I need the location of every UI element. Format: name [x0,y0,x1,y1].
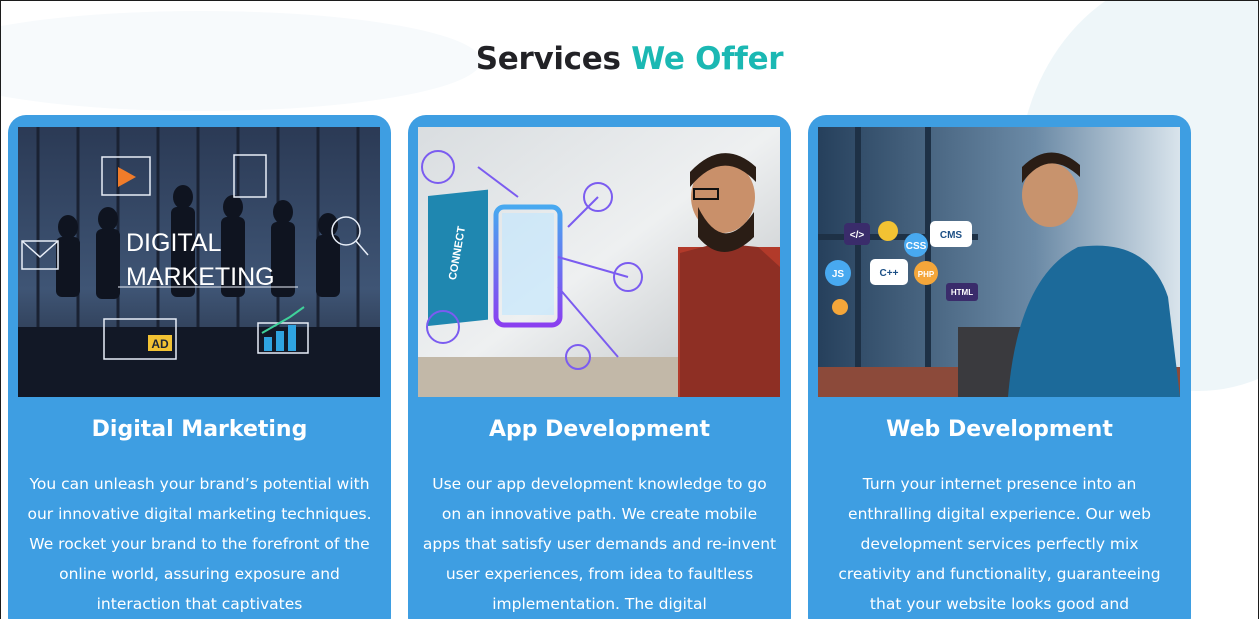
app-development-image: CONNECT [418,127,780,397]
card-description: You can unleash your brand’s potential w… [27,475,372,613]
card-description: Turn your internet presence into an enth… [838,475,1161,613]
tag-css: CSS [906,241,927,252]
image-heading-line1: DIGITAL [126,229,221,257]
tag-cms: CMS [940,230,963,241]
tag-html-brackets: </> [850,230,865,241]
service-card-web-development[interactable]: </> CSS CMS JS C++ PHP HTML Web Developm… [808,115,1191,619]
web-development-image: </> CSS CMS JS C++ PHP HTML [818,127,1180,397]
tag-cpp: C++ [880,268,899,279]
heading-text: Services [475,41,621,77]
card-title: App Development [488,417,711,442]
tag-php: PHP [918,270,935,279]
card-title: Digital Marketing [91,417,308,442]
service-card-app-development[interactable]: CONNECT App Development Use our app deve… [408,115,791,619]
image-badge-text: AD [151,337,169,351]
card-description: Use our app development knowledge to go … [422,475,777,613]
page-frame: Services We Offer AD DIGITAL MARKETING D… [0,0,1259,619]
card-title: Web Development [886,417,1113,442]
digital-marketing-image: AD DIGITAL MARKETING [18,127,380,397]
tag-js: JS [832,269,845,280]
heading-accent-text: We Offer [631,41,784,77]
service-card-digital-marketing[interactable]: AD DIGITAL MARKETING Digital Marketing Y… [8,115,391,619]
tag-html: HTML [951,288,973,297]
section-heading: Services We Offer [1,41,1258,77]
image-heading-line2: MARKETING [126,263,275,291]
